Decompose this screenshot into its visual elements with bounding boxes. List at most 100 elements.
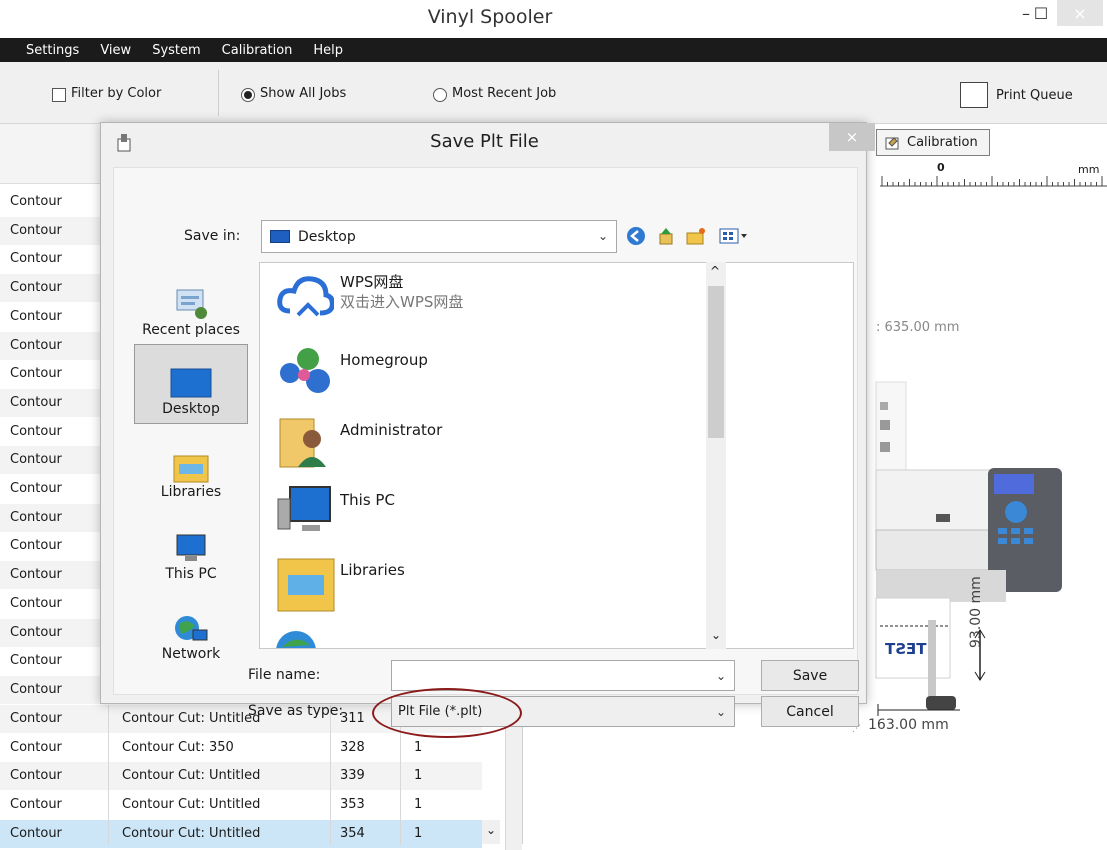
table-row[interactable]: Contour xyxy=(0,561,110,590)
file-name: Homegroup xyxy=(340,351,428,369)
job-type-cell: Contour xyxy=(10,739,62,755)
close-button[interactable]: × xyxy=(1057,0,1103,26)
table-row[interactable]: Contour xyxy=(0,216,110,245)
job-type-cell: Contour xyxy=(10,423,62,439)
table-row[interactable]: Contour Contour Cut: Untitled 353 1 xyxy=(0,791,482,819)
menu-settings[interactable]: Settings xyxy=(26,43,79,58)
table-row[interactable]: Contour xyxy=(0,331,110,360)
desktop-icon xyxy=(270,230,290,243)
job-list-scroll-down[interactable]: ⌄ xyxy=(482,820,500,844)
job-type-cell: Contour xyxy=(10,280,62,296)
desktop-icon xyxy=(170,368,212,398)
file-name: WPS网盘 xyxy=(340,273,404,291)
network-icon xyxy=(276,631,316,648)
chevron-down-icon: ⌄ xyxy=(715,705,726,719)
most-recent-job-radio[interactable] xyxy=(433,88,447,102)
job-list-header xyxy=(0,124,110,184)
table-row[interactable]: Contour xyxy=(0,418,110,446)
table-row[interactable]: Contour xyxy=(0,360,110,388)
list-item-libraries[interactable]: Libraries xyxy=(268,549,838,615)
job-type-cell: Contour xyxy=(10,366,62,382)
job-id-cell: 328 xyxy=(340,739,365,755)
show-all-jobs-radio[interactable] xyxy=(241,88,255,102)
table-row[interactable]: Contour xyxy=(0,647,110,675)
job-id-cell: 339 xyxy=(340,768,365,784)
place-network[interactable]: Network xyxy=(134,588,248,668)
table-row[interactable]: Contour xyxy=(0,618,110,647)
table-row[interactable]: Contour xyxy=(0,303,110,331)
place-recent-places[interactable]: Recent places xyxy=(134,264,248,344)
table-row[interactable]: Contour xyxy=(0,532,110,560)
place-libraries[interactable]: Libraries xyxy=(134,426,248,506)
network-icon xyxy=(175,616,208,641)
table-row[interactable]: Contour Contour Cut: Untitled 354 1 xyxy=(0,819,482,848)
scrollbar-thumb[interactable] xyxy=(708,286,724,438)
dialog-close-button[interactable]: × xyxy=(829,123,875,151)
column-divider xyxy=(108,705,109,845)
filter-by-color-checkbox[interactable] xyxy=(52,88,66,102)
job-type-cell: Contour xyxy=(10,194,62,209)
dialog-title: Save Plt File xyxy=(430,131,539,152)
chevron-down-icon: ⌄ xyxy=(597,229,608,243)
table-row[interactable]: Contour xyxy=(0,590,110,618)
table-row[interactable]: Contour xyxy=(0,475,110,503)
print-queue-icon[interactable] xyxy=(960,82,988,108)
job-type-cell: Contour xyxy=(10,394,62,410)
save-button[interactable]: Save xyxy=(761,660,859,691)
libraries-icon xyxy=(277,558,335,612)
scroll-down-button[interactable]: ⌄ xyxy=(711,628,721,642)
place-this-pc[interactable]: This PC xyxy=(134,508,248,588)
menu-system[interactable]: System xyxy=(152,43,200,58)
new-folder-icon[interactable] xyxy=(685,226,707,246)
list-item-wps-cloud[interactable]: WPS网盘 双击进入WPS网盘 xyxy=(268,263,838,329)
plotter-image xyxy=(875,381,1062,716)
job-type-cell: Contour xyxy=(10,768,62,784)
job-type-cell: Contour xyxy=(10,308,62,324)
table-row[interactable]: Contour Contour Cut: Untitled 339 1 xyxy=(0,762,482,791)
file-name-input[interactable]: ⌄ xyxy=(391,660,735,691)
table-row[interactable]: Contour xyxy=(0,675,110,704)
tab-calibration-label: Calibration xyxy=(907,135,978,150)
ruler-zero-label: 0 xyxy=(937,161,945,174)
place-desktop[interactable]: Desktop xyxy=(134,344,248,424)
file-list[interactable]: WPS网盘 双击进入WPS网盘 Homegroup Administrator … xyxy=(259,262,854,649)
job-type-cell: Contour xyxy=(10,337,62,353)
list-item-homegroup[interactable]: Homegroup xyxy=(268,339,838,405)
toolbar-divider xyxy=(218,70,219,116)
highlight-oval xyxy=(372,688,522,738)
menu-calibration[interactable]: Calibration xyxy=(222,43,293,58)
back-icon[interactable] xyxy=(626,226,646,246)
table-row[interactable]: Contour xyxy=(0,188,110,216)
title-bar: Vinyl Spooler – ☐ × xyxy=(0,0,1107,38)
scroll-up-button[interactable]: ^ xyxy=(710,264,720,278)
menu-help[interactable]: Help xyxy=(313,43,343,58)
table-row[interactable]: Contour xyxy=(0,388,110,417)
cancel-button[interactable]: Cancel xyxy=(761,696,859,727)
job-type-cell: Contour xyxy=(10,251,62,267)
list-item-this-pc[interactable]: This PC xyxy=(268,479,838,545)
ruler-unit-label: mm xyxy=(1078,163,1100,176)
table-row[interactable]: Contour Contour Cut: 350 328 1 xyxy=(0,734,482,762)
job-id-cell: 311 xyxy=(340,711,365,726)
view-menu-icon[interactable] xyxy=(718,226,750,246)
job-type-cell: Contour xyxy=(10,825,62,841)
table-row[interactable]: Contour xyxy=(0,503,110,532)
list-item-administrator[interactable]: Administrator xyxy=(268,409,838,475)
job-type-cell: Contour xyxy=(10,538,62,554)
save-in-dropdown[interactable]: Desktop ⌄ xyxy=(261,220,617,253)
up-folder-icon[interactable] xyxy=(656,226,676,246)
save-as-type-label: Save as type: xyxy=(248,703,344,719)
place-label: Recent places xyxy=(142,322,240,338)
table-row[interactable]: Contour xyxy=(0,446,110,475)
table-row[interactable]: Contour xyxy=(0,274,110,303)
ruler xyxy=(880,176,1107,187)
table-row[interactable]: Contour xyxy=(0,245,110,273)
print-queue-label[interactable]: Print Queue xyxy=(996,88,1073,103)
menu-view[interactable]: View xyxy=(100,43,131,58)
chevron-down-icon[interactable]: ⌄ xyxy=(716,669,726,683)
job-type-cell: Contour xyxy=(10,681,62,697)
job-id-cell: 354 xyxy=(340,825,365,841)
this-pc-icon xyxy=(176,534,206,561)
resize-grip-icon[interactable]: ⋰ xyxy=(852,724,861,734)
tab-calibration[interactable]: Calibration xyxy=(876,129,990,156)
